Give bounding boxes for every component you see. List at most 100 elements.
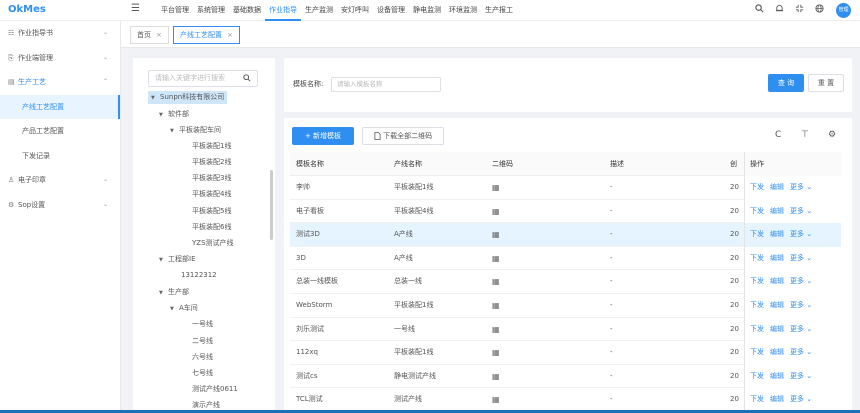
- close-icon[interactable]: ×: [227, 31, 233, 39]
- more-dropdown[interactable]: 更多 ⌄: [790, 301, 812, 309]
- nav-andon-call[interactable]: 安灯呼叫: [337, 0, 373, 21]
- tree-scrollbar[interactable]: [270, 170, 273, 240]
- edit-link[interactable]: 编辑: [770, 277, 784, 285]
- column-height-icon[interactable]: ⊤: [801, 130, 809, 140]
- tree-node-line[interactable]: 平板装配6线: [192, 221, 231, 234]
- add-template-button[interactable]: + 新增模板: [292, 127, 354, 145]
- tree-node-line[interactable]: 六号线: [192, 351, 213, 364]
- nav-work-guidance[interactable]: 作业指导: [265, 0, 301, 21]
- issue-link[interactable]: 下发: [750, 372, 764, 380]
- tree-node-line[interactable]: 13122312: [181, 269, 217, 282]
- nav-system-management[interactable]: 系统管理: [193, 0, 229, 21]
- issue-link[interactable]: 下发: [750, 230, 764, 238]
- table-row[interactable]: 3D A产线 ▦ - 20 下发 编辑 更多 ⌄: [290, 246, 841, 271]
- nav-esd-monitor[interactable]: 静电监测: [409, 0, 445, 21]
- tree-node-tablet-workshop[interactable]: ▼ 平板装配车间: [170, 124, 221, 137]
- nav-equipment[interactable]: 设备管理: [373, 0, 409, 21]
- more-dropdown[interactable]: 更多 ⌄: [790, 207, 812, 215]
- more-dropdown[interactable]: 更多 ⌄: [790, 325, 812, 333]
- tree-node-workshop-a[interactable]: ▼ A车间: [170, 302, 198, 315]
- menu-toggle-icon[interactable]: ☰: [131, 3, 140, 14]
- tree-node-line[interactable]: 测试产线0611: [192, 383, 238, 396]
- issue-link[interactable]: 下发: [750, 277, 764, 285]
- settings-icon[interactable]: ⚙: [828, 130, 836, 140]
- avatar[interactable]: 管理: [836, 3, 851, 18]
- nav-basic-data[interactable]: 基础数据: [229, 0, 265, 21]
- search-icon[interactable]: [755, 4, 764, 15]
- more-dropdown[interactable]: 更多 ⌄: [790, 372, 812, 380]
- tree-search-input[interactable]: 请输入关键字进行搜索: [148, 70, 258, 87]
- table-row[interactable]: 刘乐测试 一号线 ▦ - 20 下发 编辑 更多 ⌄: [290, 317, 841, 342]
- qrcode-icon[interactable]: ▦: [492, 365, 592, 389]
- nav-env-monitor[interactable]: 环境监测: [445, 0, 481, 21]
- edit-link[interactable]: 编辑: [770, 301, 784, 309]
- tree-node-line[interactable]: 平板装配1线: [192, 140, 231, 153]
- more-dropdown[interactable]: 更多 ⌄: [790, 395, 812, 403]
- sidebar-item-product-process-config[interactable]: 产品工艺配置: [0, 119, 120, 144]
- qrcode-icon[interactable]: ▦: [492, 247, 592, 271]
- search-icon[interactable]: [243, 71, 251, 86]
- tree-node-line[interactable]: 平板装配4线: [192, 188, 231, 201]
- edit-link[interactable]: 编辑: [770, 348, 784, 356]
- edit-link[interactable]: 编辑: [770, 183, 784, 191]
- edit-link[interactable]: 编辑: [770, 254, 784, 262]
- nav-production-monitor[interactable]: 生产监测: [301, 0, 337, 21]
- table-row[interactable]: 112xq 平板装配1线 ▦ - 20 下发 编辑 更多 ⌄: [290, 341, 841, 365]
- table-row[interactable]: 电子看板 平板装配4线 ▦ - 20 下发 编辑 更多 ⌄: [290, 199, 841, 224]
- tab-home[interactable]: 首页 ×: [130, 26, 169, 44]
- sidebar-item-electronic-seal[interactable]: ♙ 电子印章 ⌄: [0, 168, 120, 193]
- more-dropdown[interactable]: 更多 ⌄: [790, 277, 812, 285]
- table-row[interactable]: 总装一线模板 总装一线 ▦ - 20 下发 编辑 更多 ⌄: [290, 270, 841, 294]
- table-row[interactable]: 李帅 平板装配1线 ▦ - 20 下发 编辑 更多 ⌄: [290, 176, 841, 200]
- bell-icon[interactable]: [775, 4, 784, 15]
- tree-node-line[interactable]: YZS测试产线: [192, 237, 234, 250]
- more-dropdown[interactable]: 更多 ⌄: [790, 230, 812, 238]
- tree-node-engineering-ie[interactable]: ▼ 工程部IE: [159, 253, 196, 266]
- qrcode-icon[interactable]: ▦: [492, 318, 592, 342]
- nav-platform-management[interactable]: 平台管理: [157, 0, 193, 21]
- issue-link[interactable]: 下发: [750, 207, 764, 215]
- table-row[interactable]: 测试3D A产线 ▦ - 20 下发 编辑 更多 ⌄: [290, 223, 841, 247]
- sidebar-item-work-instruction[interactable]: ☷ 作业指导书 ⌄: [0, 21, 120, 46]
- globe-icon[interactable]: [815, 4, 824, 15]
- issue-link[interactable]: 下发: [750, 254, 764, 262]
- edit-link[interactable]: 编辑: [770, 395, 784, 403]
- sidebar-item-sop-settings[interactable]: ⚙ Sop设置 ⌄: [0, 193, 120, 218]
- table-row[interactable]: WebStorm 平板装配1线 ▦ - 20 下发 编辑 更多 ⌄: [290, 293, 841, 318]
- tree-node-company[interactable]: ▼ Sunpn科技有限公司: [148, 91, 228, 104]
- tab-line-process-config[interactable]: 产线工艺配置 ×: [173, 26, 240, 44]
- tree-node-production-dept[interactable]: ▼ 生产部: [159, 286, 189, 299]
- issue-link[interactable]: 下发: [750, 325, 764, 333]
- download-all-qrcode-button[interactable]: 下载全部二维码: [362, 127, 444, 145]
- issue-link[interactable]: 下发: [750, 183, 764, 191]
- issue-link[interactable]: 下发: [750, 348, 764, 356]
- edit-link[interactable]: 编辑: [770, 207, 784, 215]
- template-name-input[interactable]: 请输入模板名称: [331, 77, 441, 92]
- tree-node-line[interactable]: 平板装配5线: [192, 205, 231, 218]
- sidebar-item-line-process-config[interactable]: 产线工艺配置: [0, 94, 120, 119]
- qrcode-icon[interactable]: ▦: [492, 176, 592, 200]
- tree-node-line[interactable]: 平板装配3线: [192, 172, 231, 185]
- edit-link[interactable]: 编辑: [770, 372, 784, 380]
- tree-node-line[interactable]: 平板装配2线: [192, 156, 231, 169]
- qrcode-icon[interactable]: ▦: [492, 388, 592, 412]
- issue-link[interactable]: 下发: [750, 395, 764, 403]
- qrcode-icon[interactable]: ▦: [492, 270, 592, 294]
- qrcode-icon[interactable]: ▦: [492, 294, 592, 318]
- more-dropdown[interactable]: 更多 ⌄: [790, 348, 812, 356]
- nav-production-report[interactable]: 生产报工: [481, 0, 517, 21]
- refresh-icon[interactable]: C: [775, 130, 781, 140]
- query-button[interactable]: 查 询: [768, 74, 804, 92]
- issue-link[interactable]: 下发: [750, 301, 764, 309]
- edit-link[interactable]: 编辑: [770, 325, 784, 333]
- table-row[interactable]: 测试cs 静电测试产线 ▦ - 20 下发 编辑 更多 ⌄: [290, 364, 841, 389]
- qrcode-icon[interactable]: ▦: [492, 341, 592, 365]
- tree-node-software-dept[interactable]: ▼ 软件部: [159, 108, 189, 121]
- qrcode-icon[interactable]: ▦: [492, 223, 592, 247]
- sidebar-item-production-process[interactable]: ▤ 生产工艺 ⌃: [0, 70, 120, 95]
- sidebar-item-terminal-management[interactable]: ⎘ 作业端管理 ⌄: [0, 46, 120, 71]
- fullscreen-icon[interactable]: [795, 4, 804, 15]
- tree-node-line[interactable]: 七号线: [192, 367, 213, 380]
- reset-button[interactable]: 重 置: [808, 74, 844, 92]
- tree-node-line[interactable]: 一号线: [192, 318, 213, 331]
